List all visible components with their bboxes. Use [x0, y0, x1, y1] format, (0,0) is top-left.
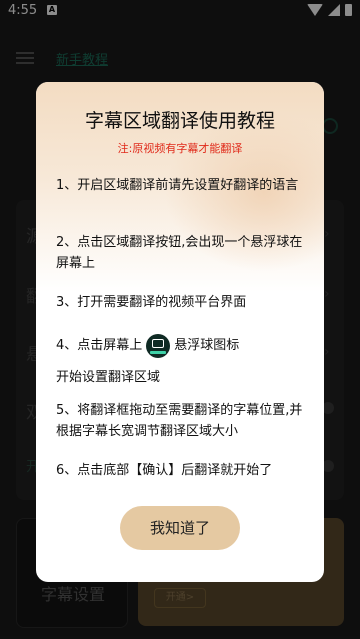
step-2: 2、点击区域翻译按钮,会出现一个悬浮球在屏幕上: [56, 235, 303, 271]
step-4: 4、点击屏幕上 悬浮球图标 开始设置翻译区域: [56, 333, 310, 393]
step-3: 3、打开需要翻译的视频平台界面: [56, 295, 247, 310]
dialog-title: 字幕区域翻译使用教程: [84, 110, 275, 132]
got-it-button[interactable]: 我知道了: [120, 506, 240, 550]
step-1: 1、开启区域翻译前请先设置好翻译的语言: [56, 178, 299, 193]
step-4-line-2: 开始设置翻译区域: [56, 370, 161, 385]
tutorial-dialog: 字幕区域翻译使用教程 注:原视频有字幕才能翻译 1、开启区域翻译前请先设置好翻译…: [36, 82, 324, 582]
step-5: 5、将翻译框拖动至需要翻译的字幕位置,并根据字幕长宽调节翻译区域大小: [56, 403, 303, 439]
step-6: 6、点击底部【确认】后翻译就开始了: [56, 463, 273, 478]
step-4-prefix: 4、点击屏幕上: [56, 338, 143, 353]
step-4-suffix: 悬浮球图标: [174, 338, 240, 353]
floating-ball-icon: [146, 333, 171, 358]
dialog-note: 注:原视频有字幕才能翻译: [117, 142, 243, 155]
